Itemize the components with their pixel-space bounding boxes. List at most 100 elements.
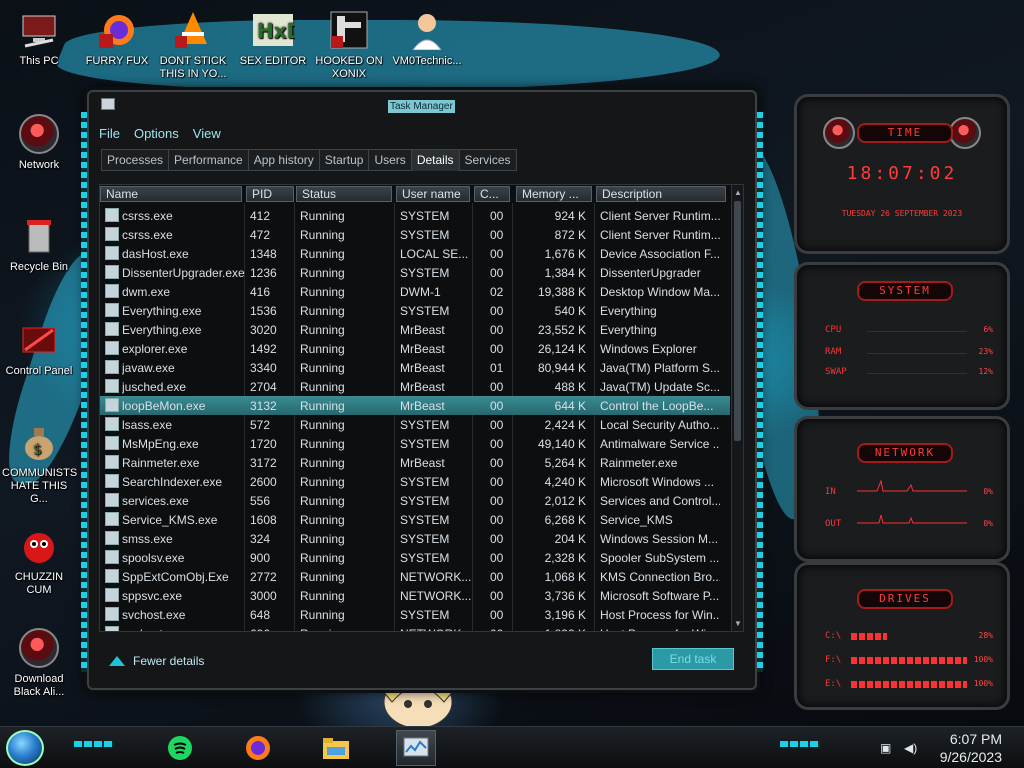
column-header-user[interactable]: User name [396, 186, 470, 202]
cell-cpu: 00 [490, 551, 504, 565]
title-bar[interactable]: Task Manager [89, 92, 755, 114]
desktop-icon-furry-fux[interactable]: FURRY FUX [80, 8, 154, 68]
menu-file[interactable]: File [99, 126, 120, 146]
fewer-details-link[interactable]: Fewer details [109, 652, 204, 670]
table-row[interactable]: SppExtComObj.Exe 2772 Running NETWORK... 00 1… [100, 567, 730, 586]
table-row[interactable]: smss.exe 324 Running SYSTEM 00 204 K Windows S… [100, 529, 730, 548]
end-task-button[interactable]: End task [652, 648, 734, 670]
desktop-icon-chuzzle[interactable]: CHUZZIN CUM [2, 524, 76, 597]
cell-mem: 2,012 K [544, 494, 586, 508]
cell-status: Running [300, 589, 345, 603]
desktop-icon-this-pc[interactable]: This PC [2, 8, 76, 68]
swap-label: SWAP [825, 367, 847, 377]
desktop-icon-vlc[interactable]: DONT STICK THIS IN YO... [156, 8, 230, 81]
table-row[interactable]: dwm.exe 416 Running DWM-1 02 19,388 K Desktop … [100, 282, 730, 301]
cell-pid: 696 [250, 627, 270, 631]
column-header-description[interactable]: Description [596, 186, 726, 202]
cell-name: csrss.exe [122, 209, 173, 223]
taskbar-firefox[interactable] [238, 730, 278, 766]
tab-services[interactable]: Services [458, 149, 517, 171]
cell-desc: Java(TM) Platform S... [600, 361, 720, 375]
table-row[interactable]: Service_KMS.exe 1608 Running SYSTEM 00 6,268 … [100, 510, 730, 529]
cell-status: Running [300, 570, 345, 584]
desktop-icon-vm0tech[interactable]: VM0Technic... [390, 8, 464, 68]
cell-cpu: 00 [490, 323, 504, 337]
table-row[interactable]: explorer.exe 1492 Running MrBeast 00 26,124 K… [100, 339, 730, 358]
table-row[interactable]: csrss.exe 412 Running SYSTEM 00 924 K Client S… [100, 206, 730, 225]
drives-widget: DRIVES C:\ 28% F:\ 100% E:\ 100% [794, 562, 1010, 710]
table-row[interactable]: Everything.exe 3020 Running MrBeast 00 23,552… [100, 320, 730, 339]
cell-desc: Microsoft Software P... [600, 589, 720, 603]
table-row[interactable]: Rainmeter.exe 3172 Running MrBeast 00 5,264 K… [100, 453, 730, 472]
task-manager-window[interactable]: Task Manager File Options View Processes… [81, 90, 763, 690]
network-tray-icon[interactable]: ▣ [880, 741, 894, 755]
cell-mem: 5,264 K [544, 456, 586, 470]
table-row[interactable]: DissenterUpgrader.exe 1236 Running SYSTEM 00… [100, 263, 730, 282]
drive-e-value: 100% [973, 679, 993, 688]
table-row[interactable]: svchost.exe 648 Running SYSTEM 00 3,196 K Host… [100, 605, 730, 624]
process-icon [105, 588, 119, 602]
cell-name: explorer.exe [122, 342, 188, 356]
vertical-scrollbar[interactable]: ▲ ▼ [731, 185, 743, 631]
column-header-name[interactable]: Name [100, 186, 242, 202]
table-row[interactable]: services.exe 556 Running SYSTEM 00 2,012 K Ser… [100, 491, 730, 510]
table-row[interactable]: dasHost.exe 1348 Running LOCAL SE... 00 1,676… [100, 244, 730, 263]
cell-user: SYSTEM [400, 209, 450, 223]
menu-view[interactable]: View [193, 126, 221, 146]
tab-startup[interactable]: Startup [318, 149, 370, 171]
taskbar-task-manager[interactable] [396, 730, 436, 766]
cell-pid: 1720 [250, 437, 277, 451]
column-header-cpu[interactable]: C... [474, 186, 510, 202]
ram-value: 23% [978, 347, 993, 356]
cell-status: Running [300, 608, 345, 622]
table-row[interactable]: spoolsv.exe 900 Running SYSTEM 00 2,328 K Spoo… [100, 548, 730, 567]
tab-app-history[interactable]: App history [247, 149, 320, 171]
volume-icon[interactable]: ◀) [904, 741, 918, 755]
scroll-down-arrow-icon[interactable]: ▼ [733, 618, 743, 629]
column-header-pid[interactable]: PID [246, 186, 294, 202]
table-row[interactable]: csrss.exe 472 Running SYSTEM 00 872 K Client S… [100, 225, 730, 244]
desktop-icon-network[interactable]: Network [2, 112, 76, 172]
table-row[interactable]: Everything.exe 1536 Running SYSTEM 00 540 K Ev… [100, 301, 730, 320]
cell-cpu: 00 [490, 513, 504, 527]
column-header-memory[interactable]: Memory ... [516, 186, 592, 202]
desktop-icon-xonix[interactable]: HOOKED ON XONIX [312, 8, 386, 81]
cell-desc: Windows Session M... [600, 532, 719, 546]
table-row[interactable]: svchost.exe 696 Running NETWORK... 00 1,832 K… [100, 624, 730, 631]
cell-name: csrss.exe [122, 228, 173, 242]
scrollbar-thumb[interactable] [734, 201, 741, 441]
tab-users[interactable]: Users [368, 149, 412, 171]
menu-options[interactable]: Options [134, 126, 179, 146]
tab-processes[interactable]: Processes [101, 149, 170, 171]
cell-pid: 1536 [250, 304, 277, 318]
scroll-up-arrow-icon[interactable]: ▲ [733, 187, 743, 198]
table-row[interactable]: MsMpEng.exe 1720 Running SYSTEM 00 49,140 K An… [100, 434, 730, 453]
taskbar-spotify[interactable] [160, 730, 200, 766]
widget-clock: 18:07:02 [846, 163, 958, 184]
cell-name: svchost.exe [122, 608, 186, 622]
table-row[interactable]: loopBeMon.exe 3132 Running MrBeast 00 644 K Co… [100, 396, 730, 415]
network-widget: NETWORK IN 0% OUT 0% [794, 416, 1010, 562]
table-row[interactable]: jusched.exe 2704 Running MrBeast 00 488 K Java… [100, 377, 730, 396]
table-row[interactable]: SearchIndexer.exe 2600 Running SYSTEM 00 4,24… [100, 472, 730, 491]
desktop-icon-money-bag[interactable]: $ COMMUNISTS HATE THIS G... [2, 420, 77, 506]
table-row[interactable]: lsass.exe 572 Running SYSTEM 00 2,424 K Local … [100, 415, 730, 434]
cell-desc: Client Server Runtim... [600, 209, 720, 223]
cell-cpu: 00 [490, 627, 510, 631]
table-row[interactable]: javaw.exe 3340 Running MrBeast 01 80,944 K Jav… [100, 358, 730, 377]
widget-date: TUESDAY 26 SEPTEMBER 2023 [841, 209, 963, 218]
desktop-icon-hxd[interactable]: HxD SEX EDITOR [236, 8, 310, 68]
taskbar-file-explorer[interactable] [316, 730, 356, 766]
process-table[interactable]: Name PID Status User name C... Memory ..… [99, 184, 744, 632]
taskbar-clock[interactable]: 6:07 PM 9/26/2023 [940, 730, 1002, 766]
process-icon [105, 246, 119, 260]
table-row[interactable]: sppsvc.exe 3000 Running NETWORK... 00 3,736 K… [100, 586, 730, 605]
start-button[interactable] [6, 730, 44, 766]
desktop-icon-recycle-bin[interactable]: Recycle Bin [2, 214, 76, 274]
tab-performance[interactable]: Performance [168, 149, 249, 171]
desktop-icon-control-panel[interactable]: Control Panel [2, 318, 76, 378]
taskbar-decor [780, 741, 820, 747]
column-header-status[interactable]: Status [296, 186, 392, 202]
desktop-icon-black-alien[interactable]: Download Black Ali... [2, 626, 76, 699]
tab-details[interactable]: Details [410, 149, 460, 171]
